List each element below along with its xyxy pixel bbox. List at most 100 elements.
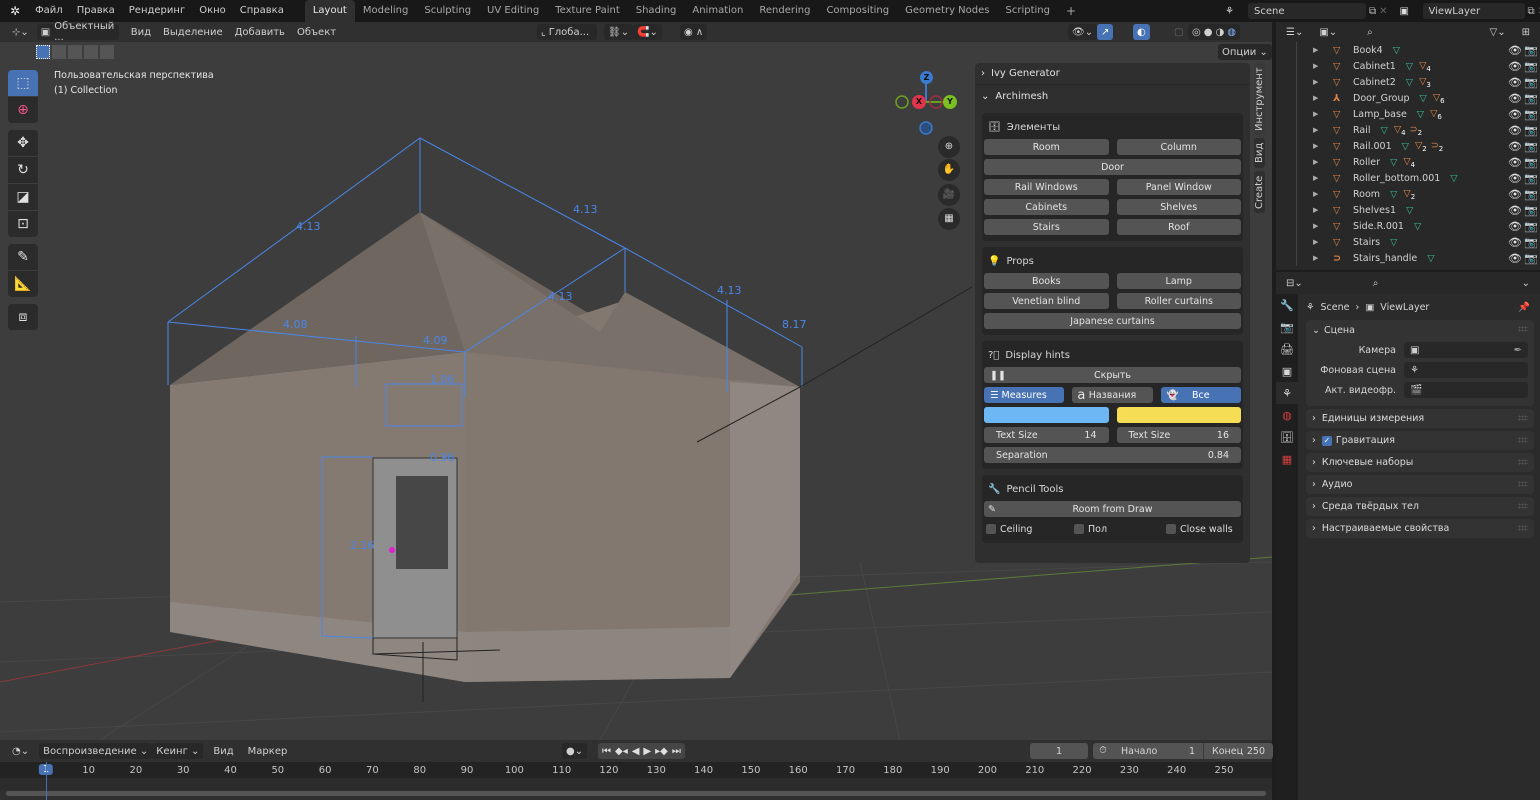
jump-end-icon[interactable]: ⏭ — [672, 746, 681, 757]
material-count-badge[interactable]: ▽6 — [1433, 92, 1445, 105]
output-tab-icon[interactable]: 🖨 — [1276, 338, 1298, 360]
visibility-eye-icon[interactable]: 👁 — [1508, 236, 1522, 249]
names-toggle[interactable]: a Названия — [1072, 387, 1153, 403]
render-camera-icon[interactable]: 📷 — [1524, 156, 1538, 169]
tab-texture-paint[interactable]: Texture Paint — [547, 0, 628, 22]
snap-toggle[interactable]: 🧲⌄ — [633, 24, 662, 40]
texture-tab-icon[interactable]: ▦ — [1276, 448, 1298, 470]
mesh-data-icon[interactable]: ▽ — [1381, 125, 1388, 136]
prev-keyframe-icon[interactable]: ◆◂ — [615, 746, 628, 757]
drag-handle-icon[interactable] — [1518, 503, 1528, 509]
expand-arrow-icon[interactable]: ▶ — [1313, 110, 1318, 118]
column-button[interactable]: Column — [1116, 139, 1241, 155]
mesh-data-icon[interactable]: ▽ — [1390, 157, 1397, 168]
view-layer-field[interactable]: ViewLayer — [1422, 3, 1525, 19]
select-subtract-icon[interactable] — [68, 45, 82, 59]
solid-shading-icon[interactable]: ● — [1204, 27, 1213, 38]
outliner-search[interactable]: ⌕ — [1361, 24, 1448, 40]
tab-sculpting[interactable]: Sculpting — [416, 0, 479, 22]
expand-arrow-icon[interactable]: ▶ — [1313, 142, 1318, 150]
ortho-toggle-button[interactable]: ▦ — [938, 208, 960, 230]
lamp-button[interactable]: Lamp — [1116, 273, 1241, 289]
keying-menu[interactable]: Кеинг ⌄ — [152, 743, 204, 759]
expand-arrow-icon[interactable]: ▶ — [1313, 174, 1318, 182]
pivot-dropdown[interactable]: ⛓⌄ — [604, 24, 634, 40]
render-camera-icon[interactable]: 📷 — [1524, 252, 1538, 265]
view-layer-icon[interactable]: ▣ — [1400, 6, 1420, 17]
filter-dropdown[interactable]: ▽⌄ — [1485, 24, 1510, 40]
mesh-data-icon[interactable]: ▽ — [1402, 141, 1409, 152]
visibility-eye-icon[interactable]: 👁 — [1508, 92, 1522, 105]
visibility-eye-icon[interactable]: 👁 — [1508, 172, 1522, 185]
object-name[interactable]: Cabinet2 — [1353, 77, 1396, 88]
wireframe-shading-icon[interactable]: ◎ — [1192, 27, 1201, 38]
visibility-eye-icon[interactable]: 👁 — [1508, 60, 1522, 73]
visibility-eye-icon[interactable]: 👁 — [1508, 76, 1522, 89]
rigid-body-world-panel[interactable]: › Среда твёрдых тел — [1306, 497, 1534, 516]
marker-menu[interactable]: Маркер — [244, 743, 292, 759]
drag-handle-icon[interactable] — [1518, 437, 1528, 443]
rail-windows-button[interactable]: Rail Windows — [984, 179, 1109, 195]
view-layer-filter-dropdown[interactable]: ▣⌄ — [1315, 24, 1342, 40]
outliner-row[interactable]: ▶ ▽ Roller_bottom.001 ▽ 👁 📷 — [1313, 170, 1540, 186]
visibility-eye-icon[interactable]: 👁 — [1508, 188, 1522, 201]
pan-view-button[interactable]: ✋ — [938, 159, 960, 181]
select-invert-icon[interactable] — [84, 45, 98, 59]
add-cube-tool[interactable]: ⧈ — [8, 304, 38, 330]
outliner-row[interactable]: ▶ ▽ Rail ▽ ▽4 ⊃2 👁 📷 — [1313, 122, 1540, 138]
outliner-row[interactable]: ▶ ▽ Stairs ▽ 👁 📷 — [1313, 234, 1540, 250]
menu-view[interactable]: Вид — [127, 24, 155, 40]
floor-checkbox[interactable] — [1074, 524, 1084, 534]
next-keyframe-icon[interactable]: ▸◆ — [655, 746, 668, 757]
gizmo-toggle[interactable]: ↗ — [1097, 24, 1114, 40]
rotate-tool[interactable]: ↻ — [8, 157, 38, 183]
text-size-field-2[interactable]: Text Size 16 — [1116, 427, 1241, 443]
copy-view-layer-icon[interactable]: ⧉ — [1528, 6, 1535, 17]
object-name[interactable]: Room — [1353, 189, 1380, 200]
venetian-blind-button[interactable]: Venetian blind — [984, 293, 1109, 309]
camera-field[interactable]: ▣ ✒ — [1404, 342, 1528, 358]
active-clip-field[interactable]: 🎬 — [1404, 382, 1528, 398]
object-name[interactable]: Roller_bottom.001 — [1353, 173, 1440, 184]
zoom-view-button[interactable]: ⊕ — [938, 136, 960, 158]
background-scene-field[interactable]: ⚘ — [1404, 362, 1528, 378]
drag-handle-icon[interactable] — [1518, 326, 1528, 332]
overlay-toggle[interactable]: ◐ — [1133, 24, 1150, 40]
cabinets-button[interactable]: Cabinets — [984, 199, 1109, 215]
mesh-data-icon[interactable]: ▽ — [1406, 61, 1413, 72]
object-name[interactable]: Rail — [1353, 125, 1371, 136]
measures-toggle[interactable]: ☰ Measures — [984, 387, 1065, 403]
outliner-row[interactable]: ▶ ▽ Lamp_base ▽ ▽6 👁 📷 — [1313, 106, 1540, 122]
menu-window[interactable]: Окно — [192, 0, 233, 22]
outliner-row[interactable]: ▶ ▽ Room ▽ ▽2 👁 📷 — [1313, 186, 1540, 202]
mesh-data-icon[interactable]: ▽ — [1417, 109, 1424, 120]
visibility-eye-icon[interactable]: 👁 — [1508, 204, 1522, 217]
chevron-down-icon[interactable]: ⌄ — [1312, 325, 1320, 336]
move-tool[interactable]: ✥ — [8, 130, 38, 156]
expand-arrow-icon[interactable]: ▶ — [1313, 78, 1318, 86]
visibility-eye-icon[interactable]: 👁 — [1508, 140, 1522, 153]
blender-logo-icon[interactable]: ✲ — [0, 4, 28, 18]
expand-arrow-icon[interactable]: ▶ — [1313, 206, 1318, 214]
tab-layout[interactable]: Layout — [304, 0, 355, 22]
roller-curtains-button[interactable]: Roller curtains — [1116, 293, 1241, 309]
outliner-row[interactable]: ▶ ▽ Cabinet2 ▽ ▽3 👁 📷 — [1313, 74, 1540, 90]
select-extend-icon[interactable] — [52, 45, 66, 59]
render-camera-icon[interactable]: 📷 — [1524, 236, 1538, 249]
properties-options-dropdown[interactable]: ⌄ — [1517, 275, 1534, 291]
outliner-row[interactable]: ▶ ▽ Shelves1 ▽ 👁 📷 — [1313, 202, 1540, 218]
mesh-data-icon[interactable]: ▽ — [1450, 173, 1457, 184]
visibility-eye-icon[interactable]: 👁 — [1508, 124, 1522, 137]
mesh-data-icon[interactable]: ▽ — [1406, 77, 1413, 88]
drag-handle-icon[interactable] — [1518, 459, 1528, 465]
expand-arrow-icon[interactable]: ▶ — [1313, 222, 1318, 230]
select-box-tool[interactable]: ⬚ — [8, 70, 38, 96]
gizmo-y[interactable]: Y — [943, 95, 957, 109]
stairs-button[interactable]: Stairs — [984, 219, 1109, 235]
keying-sets-panel[interactable]: › Ключевые наборы — [1306, 453, 1534, 472]
visibility-eye-icon[interactable]: 👁 — [1508, 156, 1522, 169]
eyedropper-icon[interactable]: ✒ — [1514, 345, 1522, 356]
visibility-eye-icon[interactable]: 👁 — [1508, 44, 1522, 57]
tab-scripting[interactable]: Scripting — [997, 0, 1057, 22]
menu-select[interactable]: Выделение — [159, 24, 227, 40]
